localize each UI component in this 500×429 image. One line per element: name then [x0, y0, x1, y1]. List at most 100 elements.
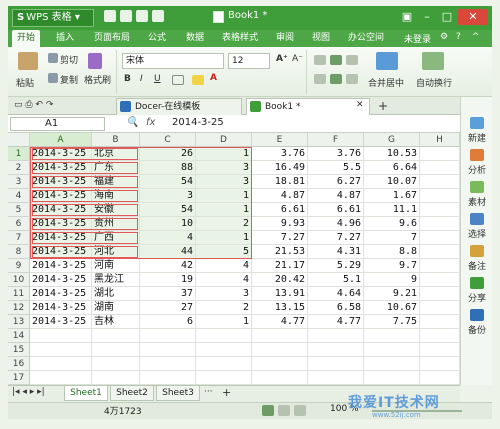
grid-cell-a6[interactable]: 2014-3-25 [30, 217, 92, 231]
grid-cell-a13[interactable]: 2014-3-25 [30, 315, 92, 329]
grid-cell-h13[interactable] [420, 315, 460, 329]
grid-cell-a4[interactable]: 2014-3-25 [30, 189, 92, 203]
grid-cell-e3[interactable]: 18.81 [252, 175, 308, 189]
grid-cell-f2[interactable]: 5.5 [308, 161, 364, 175]
grid-cell-a5[interactable]: 2014-3-25 [30, 203, 92, 217]
merge-center-icon[interactable] [376, 52, 398, 70]
grid-cell-f8[interactable]: 4.31 [308, 245, 364, 259]
grid-cell-g1[interactable]: 10.53 [364, 147, 420, 161]
grid-cell-d3[interactable]: 3 [196, 175, 252, 189]
grid-cell-h1[interactable] [420, 147, 460, 161]
grid-cell-c13[interactable]: 6 [140, 315, 196, 329]
bold-icon[interactable]: B [124, 74, 131, 84]
row-header[interactable]: 11 [8, 287, 30, 301]
grid-cell-b13[interactable]: 吉林 [92, 315, 140, 329]
grid-cell-h2[interactable] [420, 161, 460, 175]
undo-icon[interactable] [136, 10, 148, 22]
grid-cell-h15[interactable] [420, 343, 460, 357]
grid-cell-g10[interactable]: 9 [364, 273, 420, 287]
panel-item-1[interactable]: 新建 [461, 117, 493, 144]
grid-cell-f9[interactable]: 5.29 [308, 259, 364, 273]
grid-cell-d10[interactable]: 4 [196, 273, 252, 287]
grid-cell-a16[interactable] [30, 357, 92, 371]
grid-cell-g14[interactable] [364, 329, 420, 343]
row-header[interactable]: 13 [8, 315, 30, 329]
row-header[interactable]: 2 [8, 161, 30, 175]
grid-cell-f16[interactable] [308, 357, 364, 371]
formula-input[interactable]: 2014-3-25 [172, 117, 224, 128]
grid-cell-c10[interactable]: 19 [140, 273, 196, 287]
borders-icon[interactable] [172, 75, 184, 85]
grid-cell-c8[interactable]: 44 [140, 245, 196, 259]
italic-icon[interactable]: I [140, 74, 143, 84]
row-header[interactable]: 1 [8, 147, 30, 161]
tab-office-space[interactable]: 办公空间 [348, 30, 384, 47]
grid-cell-f12[interactable]: 6.58 [308, 301, 364, 315]
grid-cell-e11[interactable]: 13.91 [252, 287, 308, 301]
grid-cell-h16[interactable] [420, 357, 460, 371]
merge-center-button[interactable]: 合并居中 [368, 76, 404, 89]
grid-cell-d4[interactable]: 1 [196, 189, 252, 203]
grid-cell-a7[interactable]: 2014-3-25 [30, 231, 92, 245]
grid-cell-h8[interactable] [420, 245, 460, 259]
grid-cell-g13[interactable]: 7.75 [364, 315, 420, 329]
sheet-tab-2[interactable]: Sheet2 [110, 386, 154, 401]
column-header-a[interactable]: A [30, 133, 92, 147]
grid-cell-h9[interactable] [420, 259, 460, 273]
grid-cell-e15[interactable] [252, 343, 308, 357]
grid-cell-b16[interactable] [92, 357, 140, 371]
grid-cell-b6[interactable]: 贵州 [92, 217, 140, 231]
grid-cell-b8[interactable]: 河北 [92, 245, 140, 259]
select-all-corner[interactable] [8, 133, 30, 147]
paste-icon[interactable] [18, 52, 38, 70]
row-header[interactable]: 8 [8, 245, 30, 259]
grid-cell-f17[interactable] [308, 371, 364, 385]
grid-cell-b3[interactable]: 福建 [92, 175, 140, 189]
grid-cell-d16[interactable] [196, 357, 252, 371]
grid-cell-g5[interactable]: 11.1 [364, 203, 420, 217]
grid-cell-h4[interactable] [420, 189, 460, 203]
grid-cell-a15[interactable] [30, 343, 92, 357]
grid-cell-d9[interactable]: 4 [196, 259, 252, 273]
skin-icon[interactable]: ▣ [398, 9, 416, 25]
panel-item-4[interactable]: 选择 [461, 213, 493, 240]
row-header[interactable]: 7 [8, 231, 30, 245]
grid-cell-f1[interactable]: 3.76 [308, 147, 364, 161]
grid-cell-d1[interactable]: 1 [196, 147, 252, 161]
grid-cell-g4[interactable]: 1.67 [364, 189, 420, 203]
fill-color-icon[interactable] [192, 75, 204, 85]
column-header-e[interactable]: E [252, 133, 308, 147]
column-header-g[interactable]: G [364, 133, 420, 147]
wrap-text-button[interactable]: 自动换行 [416, 76, 452, 89]
grid-cell-b1[interactable]: 北京 [92, 147, 140, 161]
tab-book1[interactable]: Book1 * [246, 98, 370, 115]
minimize-button[interactable]: – [418, 9, 436, 25]
collapse-ribbon-icon[interactable]: ^ [472, 32, 480, 46]
tab-docer-templates[interactable]: Docer-在线模板 [116, 98, 242, 115]
settings-icon[interactable]: ⚙ [440, 32, 448, 46]
grid-cell-h5[interactable] [420, 203, 460, 217]
row-header[interactable]: 14 [8, 329, 30, 343]
tab-view[interactable]: 视图 [312, 30, 330, 47]
format-painter-button[interactable]: 格式刷 [84, 73, 111, 86]
paste-button[interactable]: 粘贴 [16, 76, 34, 89]
row-header[interactable]: 5 [8, 203, 30, 217]
grid-cell-c7[interactable]: 4 [140, 231, 196, 245]
grid-cell-c6[interactable]: 10 [140, 217, 196, 231]
wps-app-menu-button[interactable]: S WPS 表格 ▾ [12, 9, 94, 27]
font-name-select[interactable]: 宋体 [122, 53, 224, 69]
grid-cell-d17[interactable] [196, 371, 252, 385]
grid-cell-g2[interactable]: 6.64 [364, 161, 420, 175]
align-right-icon[interactable] [346, 74, 358, 84]
sheet-nav-arrows-icon[interactable]: |◂ ◂ ▸ ▸| [12, 387, 45, 397]
grid-cell-e9[interactable]: 21.17 [252, 259, 308, 273]
zoom-formula-icon[interactable]: 🔍 [126, 117, 138, 128]
tab-page-layout[interactable]: 页面布局 [94, 30, 130, 47]
grid-cell-d15[interactable] [196, 343, 252, 357]
grid-cell-c1[interactable]: 26 [140, 147, 196, 161]
align-left-icon[interactable] [314, 74, 326, 84]
grid-cell-d2[interactable]: 3 [196, 161, 252, 175]
grid-cell-f10[interactable]: 5.1 [308, 273, 364, 287]
grid-cell-h10[interactable] [420, 273, 460, 287]
maximize-button[interactable]: □ [438, 9, 456, 25]
